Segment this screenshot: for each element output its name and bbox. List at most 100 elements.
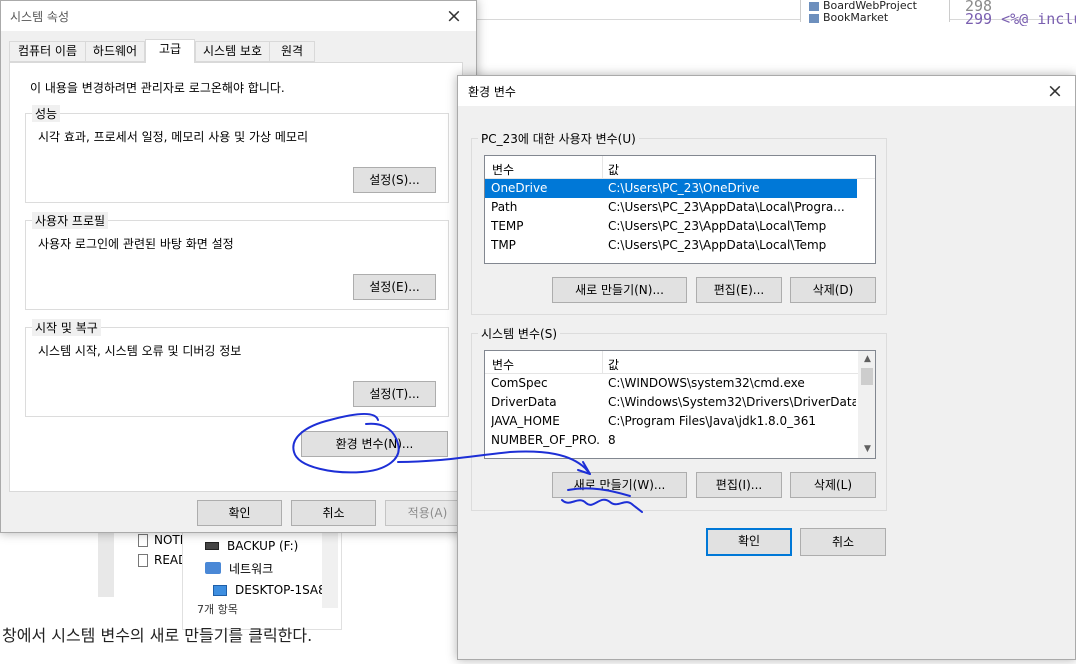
advanced-tab-page: 이 내용을 변경하려면 관리자로 로그온해야 합니다. 성능 시각 효과, 프로… <box>9 62 463 492</box>
table-row[interactable]: OneDrive C:\Users\PC_23\OneDrive <box>485 179 857 198</box>
file-list-fragment: NOTI READ <box>98 525 188 597</box>
admin-note: 이 내용을 변경하려면 관리자로 로그온해야 합니다. <box>30 81 285 95</box>
nav-item-network[interactable]: 네트워크 <box>183 557 341 579</box>
system-variables-scrollbar[interactable]: ▲ ▼ <box>858 351 875 458</box>
user-edit-button[interactable]: 편집(E)... <box>696 277 782 303</box>
variable-value: C:\Users\PC_23\AppData\Local\Progra... <box>608 200 845 214</box>
variable-name: OneDrive <box>491 181 548 195</box>
startup-recovery-settings-button[interactable]: 설정(T)... <box>353 381 436 407</box>
variable-name: TMP <box>491 238 516 252</box>
scroll-down-icon[interactable]: ▼ <box>859 441 875 458</box>
explorer-navigation-pane: BACKUP (F:) 네트워크 DESKTOP-1SA8 7개 항목 <box>182 530 342 630</box>
column-header-value[interactable]: 값 <box>608 161 619 178</box>
environment-variables-button[interactable]: 환경 변수(N)... <box>301 431 448 457</box>
tab-remote[interactable]: 원격 <box>269 41 315 62</box>
project-tree: BoardWebProject BookMarket <box>800 0 950 24</box>
item-count-status: 7개 항목 <box>197 603 238 616</box>
drive-icon <box>205 542 219 550</box>
user-profiles-label: 사용자 프로필 <box>32 212 109 229</box>
title-bar: 시스템 속성 × <box>1 1 476 31</box>
table-row[interactable]: NUMBER_OF_PRO... 8 <box>485 431 858 450</box>
startup-recovery-group: 시작 및 복구 시스템 시작, 시스템 오류 및 디버깅 정보 설정(T)... <box>25 319 449 417</box>
list-header: 변수 값 <box>485 156 875 179</box>
table-row[interactable]: Path C:\Users\PC_23\AppData\Local\Progra… <box>485 198 875 217</box>
ok-button[interactable]: 확인 <box>706 528 792 556</box>
system-variables-list[interactable]: 변수 값 ComSpec C:\WINDOWS\system32\cmd.exe… <box>484 350 876 459</box>
nav-item-desktop[interactable]: DESKTOP-1SA8 <box>183 579 341 601</box>
tree-item[interactable]: BoardWebProject <box>801 0 949 12</box>
list-header: 변수 값 <box>485 351 858 374</box>
variable-value: C:\Windows\System32\Drivers\DriverData <box>608 395 856 409</box>
variable-name: TEMP <box>491 219 524 233</box>
startup-recovery-description: 시스템 시작, 시스템 오류 및 디버깅 정보 <box>38 344 242 358</box>
close-icon[interactable]: × <box>440 3 468 29</box>
performance-label: 성능 <box>32 105 61 122</box>
network-icon <box>205 562 221 574</box>
document-icon <box>138 533 148 547</box>
explorer-scrollbar[interactable] <box>322 530 338 608</box>
variable-name: NUMBER_OF_PRO... <box>491 433 599 447</box>
cancel-button[interactable]: 취소 <box>291 500 376 526</box>
dialog-title: 시스템 속성 <box>10 10 70 24</box>
variable-value: C:\Users\PC_23\AppData\Local\Temp <box>608 238 827 252</box>
system-properties-dialog: 시스템 속성 × 컴퓨터 이름 하드웨어 고급 시스템 보호 원격 이 내용을 … <box>0 0 477 533</box>
title-bar: 환경 변수 × <box>458 76 1075 106</box>
table-row[interactable]: TEMP C:\Users\PC_23\AppData\Local\Temp <box>485 217 875 236</box>
user-variables-list[interactable]: 변수 값 OneDrive C:\Users\PC_23\OneDrive Pa… <box>484 155 876 264</box>
tab-advanced[interactable]: 고급 <box>145 39 195 63</box>
column-header-variable[interactable]: 변수 <box>492 356 514 373</box>
table-row[interactable]: TMP C:\Users\PC_23\AppData\Local\Temp <box>485 236 875 255</box>
startup-recovery-label: 시작 및 복구 <box>32 319 101 336</box>
system-variables-label: 시스템 변수(S) <box>478 325 560 342</box>
user-delete-button[interactable]: 삭제(D) <box>790 277 876 303</box>
variable-name: DriverData <box>491 395 557 409</box>
dialog-title: 환경 변수 <box>468 85 516 99</box>
table-row[interactable]: JAVA_HOME C:\Program Files\Java\jdk1.8.0… <box>485 412 858 431</box>
table-row[interactable]: DriverData C:\Windows\System32\Drivers\D… <box>485 393 858 412</box>
variable-name: Path <box>491 200 518 214</box>
user-variables-label: PC_23에 대한 사용자 변수(U) <box>478 130 639 147</box>
code-editor-gutter: 298 299 <%@ includ <box>955 0 1076 30</box>
project-icon <box>809 1 819 11</box>
system-variables-group: 시스템 변수(S) 변수 값 ComSpec C:\WINDOWS\system… <box>471 325 887 511</box>
user-profiles-group: 사용자 프로필 사용자 로그인에 관련된 바탕 화면 설정 설정(E)... <box>25 212 449 310</box>
project-icon <box>809 13 819 23</box>
code-line: 298 <box>965 0 993 13</box>
document-icon <box>138 553 148 567</box>
environment-variables-dialog: 환경 변수 × PC_23에 대한 사용자 변수(U) 변수 값 OneDriv… <box>457 75 1076 660</box>
variable-value: 8 <box>608 433 616 447</box>
variable-value: C:\Users\PC_23\OneDrive <box>608 181 760 195</box>
ok-button[interactable]: 확인 <box>197 500 282 526</box>
scroll-thumb[interactable] <box>861 368 873 385</box>
performance-group: 성능 시각 효과, 프로세서 일정, 메모리 사용 및 가상 메모리 설정(S)… <box>25 105 449 203</box>
computer-icon <box>213 584 227 596</box>
column-header-value[interactable]: 값 <box>608 356 619 373</box>
code-line: 299 <%@ includ <box>965 13 1076 26</box>
performance-settings-button[interactable]: 설정(S)... <box>353 167 436 193</box>
system-new-button[interactable]: 새로 만들기(W)... <box>552 472 687 498</box>
variable-name: JAVA_HOME <box>491 414 560 428</box>
tab-hardware[interactable]: 하드웨어 <box>85 41 145 62</box>
table-row[interactable]: ComSpec C:\WINDOWS\system32\cmd.exe <box>485 374 858 393</box>
user-profiles-settings-button[interactable]: 설정(E)... <box>353 274 436 300</box>
variable-value: C:\Users\PC_23\AppData\Local\Temp <box>608 219 827 233</box>
scroll-up-icon[interactable]: ▲ <box>859 351 875 368</box>
close-icon[interactable]: × <box>1041 78 1069 104</box>
file-item[interactable]: NOTI <box>138 533 186 547</box>
cancel-button[interactable]: 취소 <box>800 528 886 556</box>
document-caption: 창에서 시스템 변수의 새로 만들기를 클릭한다. <box>2 626 313 645</box>
user-new-button[interactable]: 새로 만들기(N)... <box>552 277 687 303</box>
variable-value: C:\WINDOWS\system32\cmd.exe <box>608 376 805 390</box>
system-edit-button[interactable]: 편집(I)... <box>696 472 782 498</box>
nav-item-backup-drive[interactable]: BACKUP (F:) <box>183 535 341 557</box>
file-item[interactable]: READ <box>138 553 186 567</box>
variable-name: ComSpec <box>491 376 548 390</box>
user-variables-group: PC_23에 대한 사용자 변수(U) 변수 값 OneDrive C:\Use… <box>471 130 887 315</box>
tab-computer-name[interactable]: 컴퓨터 이름 <box>9 41 86 62</box>
column-header-variable[interactable]: 변수 <box>492 161 514 178</box>
system-delete-button[interactable]: 삭제(L) <box>790 472 876 498</box>
user-profiles-description: 사용자 로그인에 관련된 바탕 화면 설정 <box>38 237 234 251</box>
tab-system-protection[interactable]: 시스템 보호 <box>195 41 270 62</box>
tree-item[interactable]: BookMarket <box>801 12 949 24</box>
performance-description: 시각 효과, 프로세서 일정, 메모리 사용 및 가상 메모리 <box>38 130 308 144</box>
